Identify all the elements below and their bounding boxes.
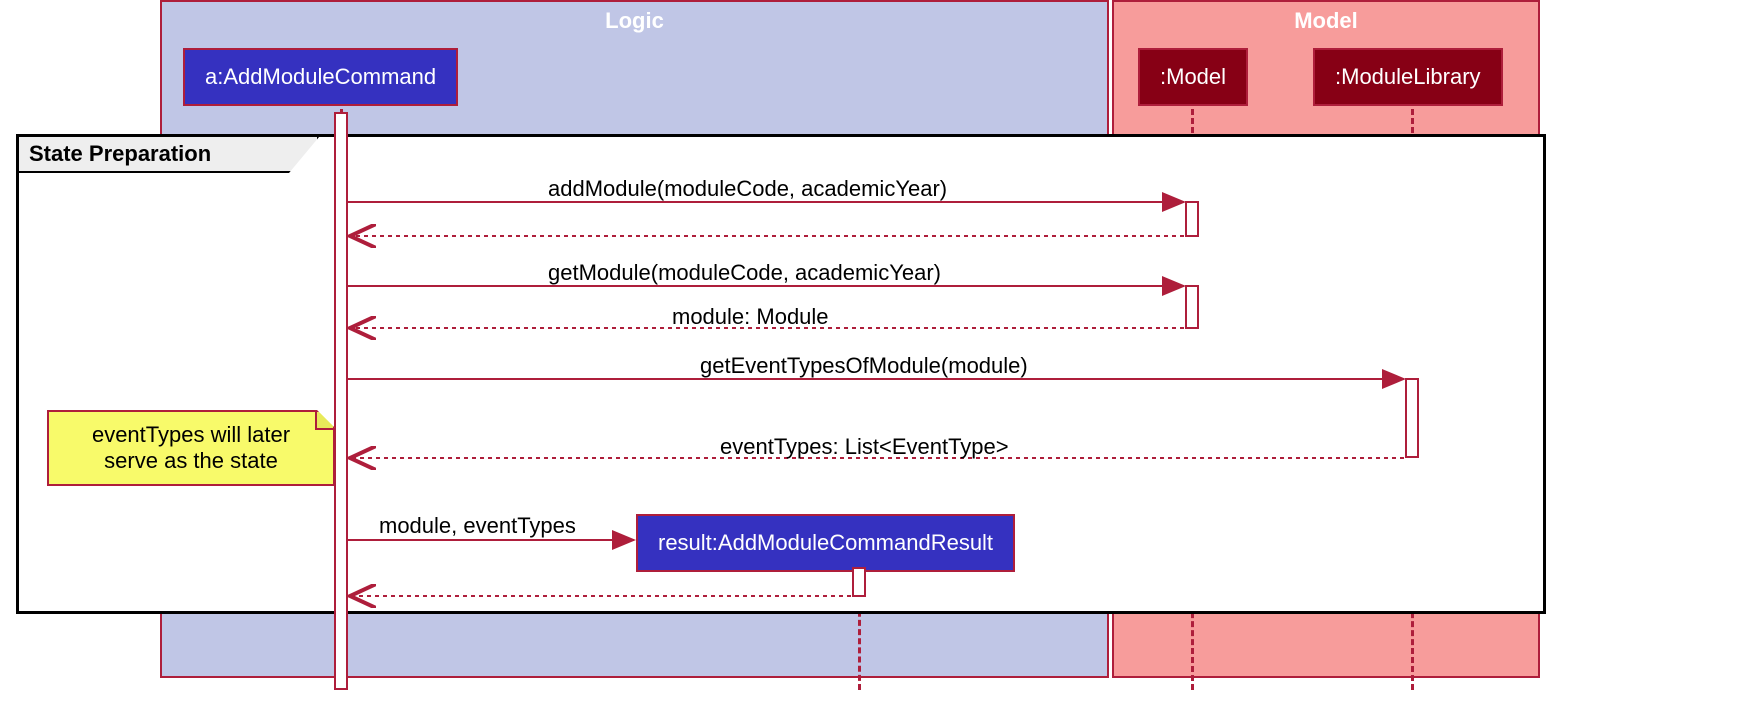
package-model-title: Model [1294, 8, 1358, 33]
msg-addmodule: addModule(moduleCode, academicYear) [548, 176, 947, 202]
msg-getmodule: getModule(moduleCode, academicYear) [548, 260, 941, 286]
activation-result [852, 567, 866, 597]
msg-eventtypes-return: eventTypes: List<EventType> [720, 434, 1009, 460]
fragment-label-text: State Preparation [29, 141, 211, 166]
msg-geteventtypes: getEventTypesOfModule(module) [700, 353, 1028, 379]
msg-create-result: module, eventTypes [379, 513, 576, 539]
activation-a [334, 112, 348, 690]
participant-model: :Model [1138, 48, 1248, 106]
participant-a-label: a:AddModuleCommand [205, 64, 436, 89]
fragment-label: State Preparation [19, 137, 319, 173]
activation-model-2 [1185, 285, 1199, 329]
participant-model-label: :Model [1160, 64, 1226, 89]
package-model-header: Model [1112, 0, 1540, 42]
participant-a: a:AddModuleCommand [183, 48, 458, 106]
activation-model-1 [1185, 201, 1199, 237]
activation-library [1405, 378, 1419, 458]
participant-library-label: :ModuleLibrary [1335, 64, 1481, 89]
note-line2: serve as the state [59, 448, 323, 474]
participant-library: :ModuleLibrary [1313, 48, 1503, 106]
participant-result-label: result:AddModuleCommandResult [658, 530, 993, 555]
package-logic-title: Logic [605, 8, 664, 33]
participant-result: result:AddModuleCommandResult [636, 514, 1015, 572]
package-logic-header: Logic [160, 0, 1109, 42]
msg-module-return: module: Module [672, 304, 829, 330]
note-eventtypes: eventTypes will later serve as the state [47, 410, 335, 486]
note-line1: eventTypes will later [59, 422, 323, 448]
